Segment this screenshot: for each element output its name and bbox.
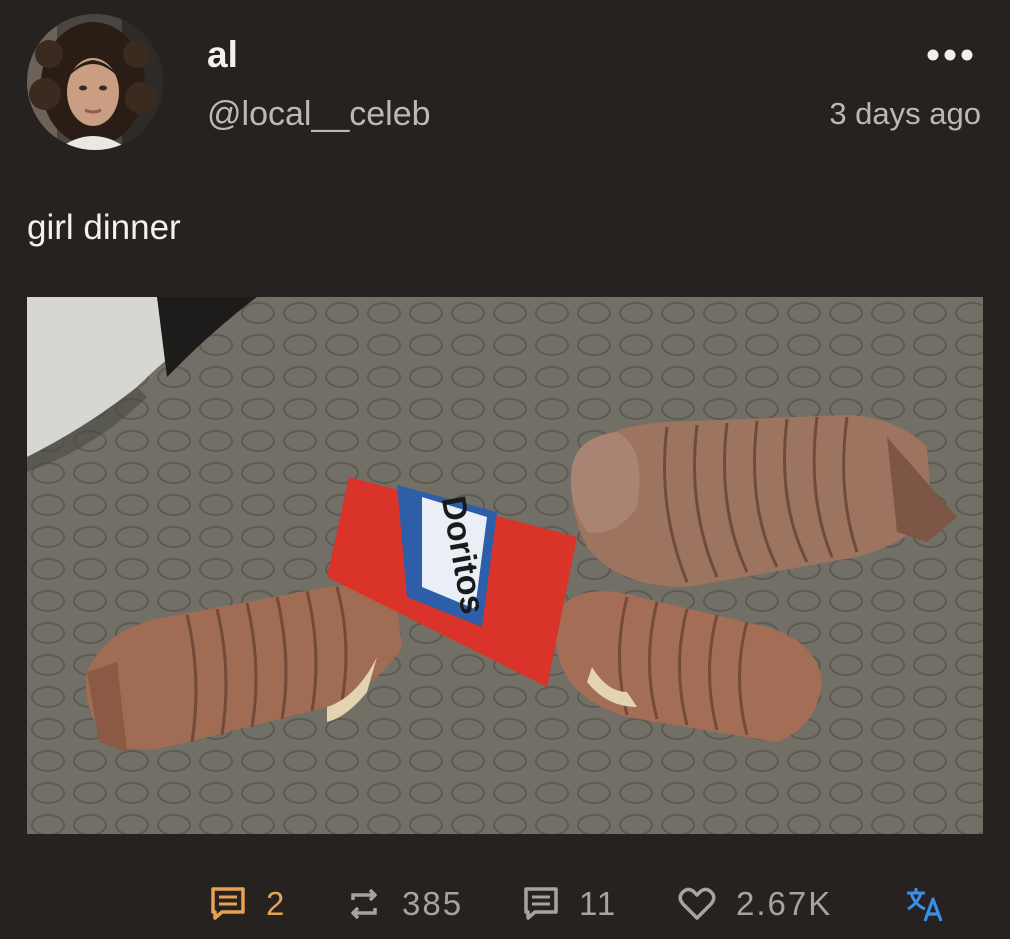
translate-icon [907,888,943,922]
post-text: girl dinner [27,208,181,247]
repost-icon [351,888,377,920]
chat-bubble-icon [211,887,245,920]
reposts-count: 385 [402,885,464,922]
post-image[interactable]: Doritos [27,297,983,834]
translate-button[interactable] [905,874,945,934]
post-timestamp[interactable]: 3 days ago [829,98,981,129]
action-bar: 2 385 11 2.67K [0,874,1010,934]
repost-button[interactable]: 385 [346,874,463,934]
likes-count: 2.67K [736,885,833,922]
display-name[interactable]: al [207,36,238,73]
comment-icon [524,887,558,920]
avatar[interactable] [27,14,163,150]
like-button[interactable]: 2.67K [678,874,832,934]
avatar-image [27,14,163,150]
more-horizontal-icon [927,49,973,61]
replies-button[interactable]: 2 [210,874,286,934]
photo-illustration: Doritos [27,297,983,834]
more-options-button[interactable] [926,40,974,70]
replies-count: 2 [266,885,287,922]
quotes-count: 11 [579,885,618,922]
quote-button[interactable]: 11 [523,874,617,934]
heart-icon [678,887,716,920]
user-handle[interactable]: @local__celeb [207,97,431,131]
